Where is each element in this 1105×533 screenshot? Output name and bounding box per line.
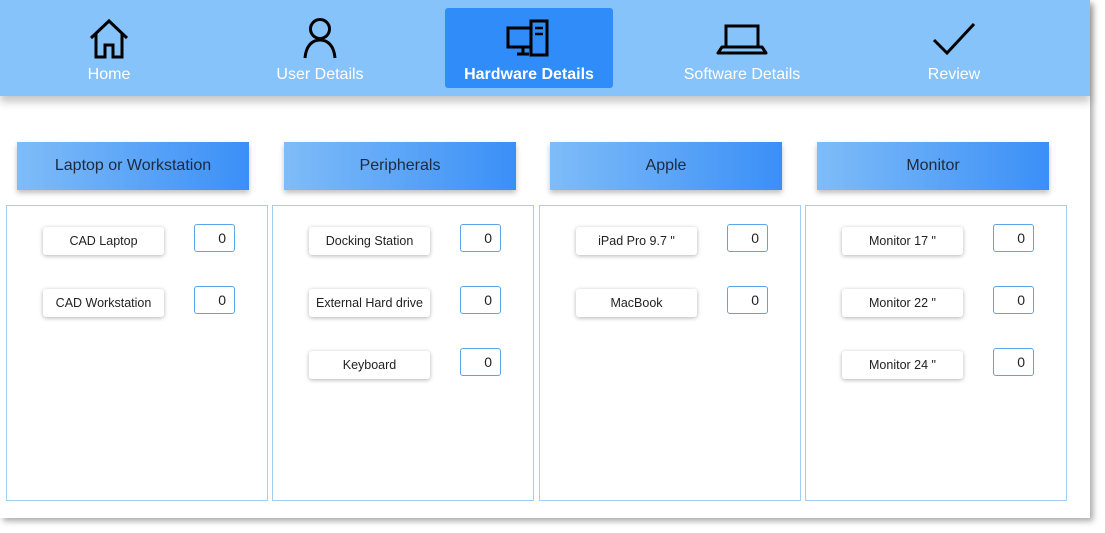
quantity-input-keyboard[interactable]: [460, 348, 501, 376]
nav-user-details-label: User Details: [276, 66, 364, 83]
nav-hardware-details-label: Hardware Details: [464, 66, 594, 83]
category-header-peripherals: Peripherals: [284, 142, 516, 190]
quantity-input-ipad-pro[interactable]: [727, 224, 768, 252]
panel-laptop-workstation: CAD Laptop CAD Workstation: [6, 205, 268, 501]
category-header-apple: Apple: [550, 142, 782, 190]
category-title: Laptop or Workstation: [54, 157, 212, 174]
nav-hardware-details[interactable]: Hardware Details: [445, 8, 613, 88]
quantity-input-monitor-22[interactable]: [993, 286, 1034, 314]
checkmark-icon: [870, 16, 1038, 60]
panel-apple: iPad Pro 9.7 " MacBook: [539, 205, 801, 501]
nav-home[interactable]: Home: [25, 8, 193, 88]
nav-home-label: Home: [87, 66, 131, 83]
item-button-monitor-24[interactable]: Monitor 24 ": [842, 351, 963, 379]
nav-review-label: Review: [927, 66, 981, 83]
item-button-cad-laptop[interactable]: CAD Laptop: [43, 227, 164, 255]
category-title: Monitor: [906, 157, 960, 174]
quantity-input-macbook[interactable]: [727, 286, 768, 314]
category-title: Peripherals: [359, 157, 441, 174]
quantity-input-monitor-17[interactable]: [993, 224, 1034, 252]
user-icon: [236, 16, 404, 60]
quantity-input-docking-station[interactable]: [460, 224, 501, 252]
panel-monitor: Monitor 17 " Monitor 22 " Monitor 24 ": [805, 205, 1067, 501]
item-button-external-hard-drive[interactable]: External Hard drive: [309, 289, 430, 317]
item-button-monitor-17[interactable]: Monitor 17 ": [842, 227, 963, 255]
quantity-input-external-hard-drive[interactable]: [460, 286, 501, 314]
app-window: Home User Details Hardware Details Softw…: [0, 0, 1090, 518]
category-header-monitor: Monitor: [817, 142, 1049, 190]
nav-software-details-label: Software Details: [683, 66, 801, 83]
quantity-input-monitor-24[interactable]: [993, 348, 1034, 376]
nav-user-details[interactable]: User Details: [236, 8, 404, 88]
hardware-icon: [445, 16, 613, 60]
item-button-keyboard[interactable]: Keyboard: [309, 351, 430, 379]
item-button-ipad-pro[interactable]: iPad Pro 9.7 ": [576, 227, 697, 255]
nav-software-details[interactable]: Software Details: [658, 8, 826, 88]
wizard-navbar: Home User Details Hardware Details Softw…: [0, 0, 1090, 96]
quantity-input-cad-workstation[interactable]: [194, 286, 235, 314]
category-title: Apple: [645, 157, 687, 174]
laptop-icon: [658, 16, 826, 60]
panel-peripherals: Docking Station External Hard drive Keyb…: [272, 205, 534, 501]
item-button-docking-station[interactable]: Docking Station: [309, 227, 430, 255]
category-header-laptop-workstation: Laptop or Workstation: [17, 142, 249, 190]
home-icon: [25, 16, 193, 60]
nav-review[interactable]: Review: [870, 8, 1038, 88]
item-button-monitor-22[interactable]: Monitor 22 ": [842, 289, 963, 317]
item-button-cad-workstation[interactable]: CAD Workstation: [43, 289, 164, 317]
item-button-macbook[interactable]: MacBook: [576, 289, 697, 317]
quantity-input-cad-laptop[interactable]: [194, 224, 235, 252]
